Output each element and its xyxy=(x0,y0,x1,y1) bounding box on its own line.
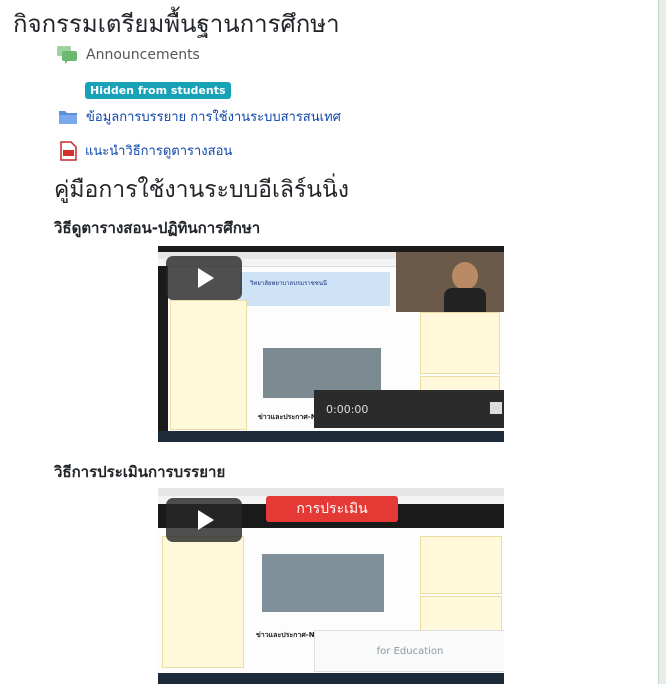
activity-folder[interactable]: ข้อมูลการบรรยาย การใช้งานระบบสารสนเทศ xyxy=(58,106,341,127)
education-overlay: for Education xyxy=(314,630,504,672)
play-button-2[interactable] xyxy=(166,498,242,542)
education-overlay-text: for Education xyxy=(376,645,444,657)
evaluation-banner: การประเมิน xyxy=(266,496,398,522)
webcam-presenter xyxy=(396,252,504,312)
site-banner: วิทยาลัยพยาบาลบรมราชชนนี xyxy=(240,272,390,306)
site-banner-title: วิทยาลัยพยาบาลบรมราชชนนี xyxy=(250,280,328,287)
video-player-1[interactable]: วิทยาลัยพยาบาลบรมราชชนนี ข่าวและประกาศ-N… xyxy=(158,246,504,442)
video1-title: วิธีดูตารางสอน-ปฏิทินการศึกษา xyxy=(54,219,261,237)
windows-taskbar-1 xyxy=(158,431,504,442)
pdf-icon xyxy=(60,140,77,161)
announcements-link[interactable]: Announcements xyxy=(86,47,200,63)
presenter-body xyxy=(444,288,486,312)
play-button-1[interactable] xyxy=(166,256,242,300)
video2-title: วิธีการประเมินการบรรยาย xyxy=(54,463,226,481)
recorder-toolbar[interactable]: 0:00:00 xyxy=(314,390,504,428)
activity-announcements[interactable]: Announcements xyxy=(56,45,200,65)
left-block-2 xyxy=(162,536,244,668)
forum-icon xyxy=(57,46,77,64)
presenter-face xyxy=(452,262,478,290)
recorder-timer: 0:00:00 xyxy=(326,403,369,416)
calendar-block-2 xyxy=(420,536,502,594)
folder-link[interactable]: ข้อมูลการบรรยาย การใช้งานระบบสารสนเทศ xyxy=(86,106,341,127)
manual-heading: คู่มือการใช้งานระบบอีเลิร์นนิ่ง xyxy=(54,177,349,203)
browser-tabbar-2 xyxy=(158,488,504,496)
stop-icon[interactable] xyxy=(490,402,502,414)
page-right-border xyxy=(658,0,666,684)
news-photo-2 xyxy=(262,554,384,612)
windows-taskbar-2 xyxy=(158,673,504,684)
activity-pdf[interactable]: แนะนำวิธีการดูตารางสอน xyxy=(60,140,232,161)
folder-icon xyxy=(59,110,77,124)
calendar-block xyxy=(420,312,500,374)
section-title: กิจกรรมเตรียมพื้นฐานการศึกษา xyxy=(13,10,340,38)
video-player-2[interactable]: ข่าวและประกาศ-NE การประเมิน for Educatio… xyxy=(158,488,504,684)
pdf-link[interactable]: แนะนำวิธีการดูตารางสอน xyxy=(85,140,232,161)
news-heading-2: ข่าวและประกาศ-NE xyxy=(256,631,320,639)
hidden-badge: Hidden from students xyxy=(85,82,231,99)
left-block xyxy=(170,300,247,430)
evaluation-banner-text: การประเมิน xyxy=(296,501,368,517)
